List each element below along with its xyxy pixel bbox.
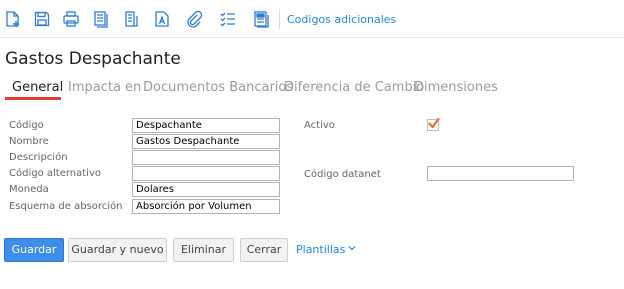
moneda-field[interactable]: Dolares bbox=[132, 182, 280, 197]
esquema-absorcion-field[interactable]: Absorción por Volumen bbox=[132, 199, 280, 214]
nombre-label: Nombre bbox=[9, 136, 49, 147]
cerrar-button[interactable]: Cerrar bbox=[240, 238, 288, 262]
calculator-doc-icon[interactable] bbox=[252, 10, 270, 28]
moneda-label: Moneda bbox=[9, 184, 49, 195]
codigos-adicionales-link[interactable]: Codigos adicionales bbox=[287, 13, 396, 26]
guardar-y-nuevo-button[interactable]: Guardar y nuevo bbox=[68, 238, 167, 262]
descripcion-field[interactable] bbox=[132, 150, 280, 165]
eliminar-button[interactable]: Eliminar bbox=[173, 238, 234, 262]
tab-diferencia-de-cambio[interactable]: Diferencia de Cambio bbox=[284, 80, 424, 95]
tab-documentos-bancarios[interactable]: Documentos Bancarios bbox=[143, 80, 293, 95]
nombre-field[interactable]: Gastos Despachante bbox=[132, 134, 280, 149]
plantillas-label: Plantillas bbox=[296, 243, 346, 256]
activo-checkbox[interactable] bbox=[427, 117, 440, 131]
codigo-label: Código bbox=[9, 120, 44, 131]
tab-bar: General Impacta en Documentos Bancarios … bbox=[0, 78, 624, 100]
tab-dimensiones[interactable]: Dimensiones bbox=[414, 80, 498, 95]
paperclip-icon[interactable] bbox=[185, 10, 203, 28]
guardar-button[interactable]: Guardar bbox=[4, 238, 64, 262]
page-title: Gastos Despachante bbox=[5, 49, 181, 69]
tab-impacta-en[interactable]: Impacta en bbox=[68, 80, 141, 95]
plantillas-dropdown[interactable]: Plantillas bbox=[296, 243, 356, 256]
activo-label: Activo bbox=[304, 120, 335, 131]
checkmark-icon bbox=[428, 117, 440, 129]
save-icon[interactable] bbox=[33, 10, 51, 28]
codigo-datanet-label: Código datanet bbox=[304, 169, 381, 180]
print-icon[interactable] bbox=[62, 10, 80, 28]
tab-general[interactable]: General bbox=[12, 80, 63, 95]
text-doc-icon[interactable] bbox=[153, 10, 171, 28]
chevron-down-icon bbox=[348, 246, 356, 251]
checklist-icon[interactable] bbox=[219, 10, 237, 28]
copy-docs-icon[interactable] bbox=[92, 10, 110, 28]
new-doc-icon[interactable] bbox=[4, 10, 22, 28]
toolbar: Codigos adicionales bbox=[0, 0, 624, 38]
toolbar-separator bbox=[279, 9, 280, 29]
document-list-icon[interactable] bbox=[122, 10, 140, 28]
codigo-field[interactable]: Despachante bbox=[132, 118, 280, 133]
esquema-absorcion-label: Esquema de absorción bbox=[9, 201, 123, 212]
codigo-datanet-field[interactable] bbox=[427, 166, 574, 181]
codigo-alternativo-label: Código alternativo bbox=[9, 168, 101, 179]
descripcion-label: Descripción bbox=[9, 152, 68, 163]
codigo-alternativo-field[interactable] bbox=[132, 166, 280, 181]
active-tab-indicator bbox=[5, 97, 61, 100]
